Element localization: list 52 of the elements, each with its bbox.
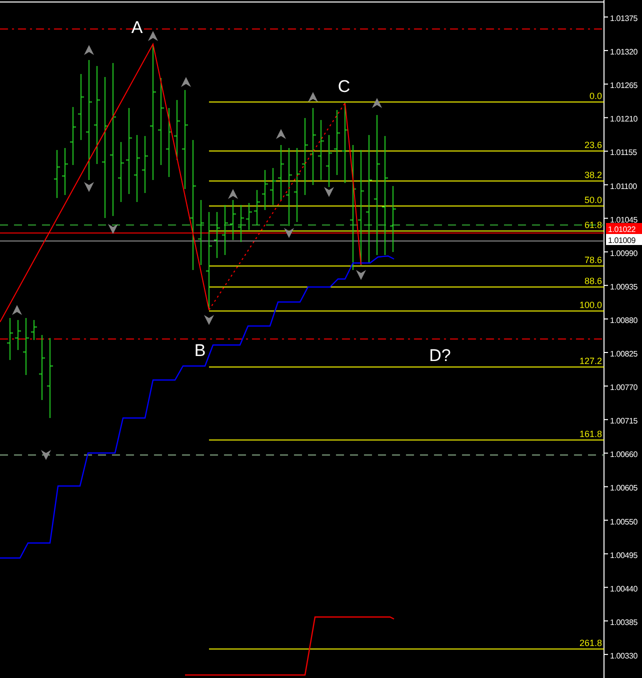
price-axis-label: 1.00330	[610, 651, 638, 660]
wave-point-label: D?	[429, 346, 451, 365]
down-arrow-icon	[41, 450, 51, 460]
fibonacci-label: 38.2	[584, 170, 602, 180]
down-arrow-icon	[204, 315, 214, 325]
down-arrow-icon	[324, 187, 334, 197]
fibonacci-label: 100.0	[579, 300, 602, 310]
price-axis-label: 1.01265	[610, 81, 638, 90]
price-axis-label: 1.00495	[610, 550, 638, 560]
up-arrow-icon	[12, 305, 22, 315]
price-axis-label: 1.01375	[610, 14, 638, 23]
up-arrow-icon	[181, 77, 191, 87]
down-arrow-icon	[356, 270, 366, 280]
wave-point-label: A	[131, 18, 143, 37]
price-axis-label: 1.00605	[610, 484, 638, 493]
up-arrow-icon	[276, 129, 286, 139]
price-axis-label: 1.00385	[610, 618, 638, 627]
down-arrow-icon	[108, 224, 118, 234]
up-arrow-icon	[228, 189, 238, 199]
price-axis-label: 1.00715	[610, 416, 638, 426]
fibonacci-label: 261.8	[579, 638, 602, 648]
fibonacci-label: 88.6	[584, 276, 602, 286]
price-axis-label: 1.00550	[610, 517, 638, 526]
fibonacci-label: 50.0	[584, 195, 602, 205]
price-axis-label: 1.01100	[610, 182, 637, 191]
price-axis-label: 1.00825	[610, 350, 638, 358]
price-axis-label: 1.00440	[610, 584, 638, 594]
price-tag: 1.01022	[606, 223, 642, 234]
price-axis-label: 1.00990	[610, 248, 638, 258]
price-axis-label: 1.00880	[610, 316, 638, 325]
wave-point-label: C	[338, 77, 350, 96]
down-arrow-icon	[84, 182, 94, 192]
price-axis-label: 1.01155	[610, 148, 637, 158]
price-axis-label: 1.00770	[610, 383, 638, 392]
up-arrow-icon	[84, 45, 94, 55]
fibonacci-label: 61.8	[584, 220, 602, 230]
fibonacci-label: 161.8	[579, 429, 602, 439]
wave-point-label: B	[194, 341, 206, 360]
up-arrow-icon	[308, 92, 318, 102]
fibonacci-label: 0.0	[589, 91, 602, 101]
fibonacci-label: 23.6	[584, 140, 602, 150]
price-axis-label: 1.01210	[610, 114, 638, 124]
up-arrow-icon	[372, 98, 382, 108]
up-arrow-icon	[148, 31, 158, 41]
fibonacci-label: 127.2	[579, 356, 602, 366]
price-axis-label: 1.01045	[610, 215, 638, 224]
price-axis-label: 1.00660	[610, 450, 638, 460]
price-tag: 1.01009	[606, 234, 642, 245]
down-arrow-icon	[284, 228, 294, 238]
price-axis-label: 1.00935	[610, 282, 638, 292]
price-axis-label: 1.01320	[610, 48, 638, 57]
fibonacci-label: 78.6	[584, 255, 602, 265]
